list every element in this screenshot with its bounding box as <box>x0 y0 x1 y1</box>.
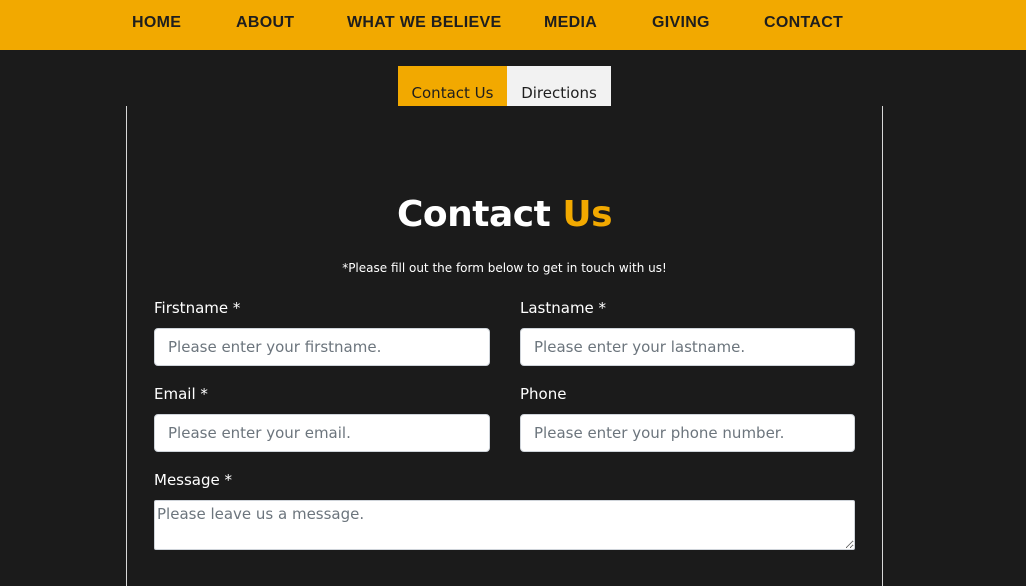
email-label: Email * <box>154 385 208 403</box>
page-title: Contact Us <box>126 194 883 235</box>
form-instructions: *Please fill out the form below to get i… <box>342 261 667 275</box>
phone-label: Phone <box>520 385 567 403</box>
nav-what-we-believe-link[interactable]: WHAT WE BELIEVE <box>347 0 501 45</box>
message-label: Message * <box>154 471 233 489</box>
nav-giving-link[interactable]: GIVING <box>652 0 710 45</box>
nav-contact-link[interactable]: CONTACT <box>764 0 843 45</box>
tab-directions[interactable]: Directions <box>507 66 611 106</box>
lastname-input[interactable] <box>520 328 855 366</box>
top-navbar: HOME ABOUT WHAT WE BELIEVE MEDIA GIVING … <box>0 0 1026 50</box>
lastname-label: Lastname * <box>520 299 607 317</box>
message-textarea[interactable] <box>154 500 855 550</box>
phone-input[interactable] <box>520 414 855 452</box>
nav-home-link[interactable]: HOME <box>132 0 181 45</box>
tab-contact-us[interactable]: Contact Us <box>398 66 507 106</box>
page-title-main: Contact <box>396 194 551 235</box>
page-title-accent: Us <box>562 194 613 235</box>
contact-tabs: Contact Us Directions <box>398 66 611 106</box>
firstname-label: Firstname * <box>154 299 241 317</box>
email-input[interactable] <box>154 414 490 452</box>
nav-media-link[interactable]: MEDIA <box>544 0 597 45</box>
firstname-input[interactable] <box>154 328 490 366</box>
nav-about-link[interactable]: ABOUT <box>236 0 294 45</box>
